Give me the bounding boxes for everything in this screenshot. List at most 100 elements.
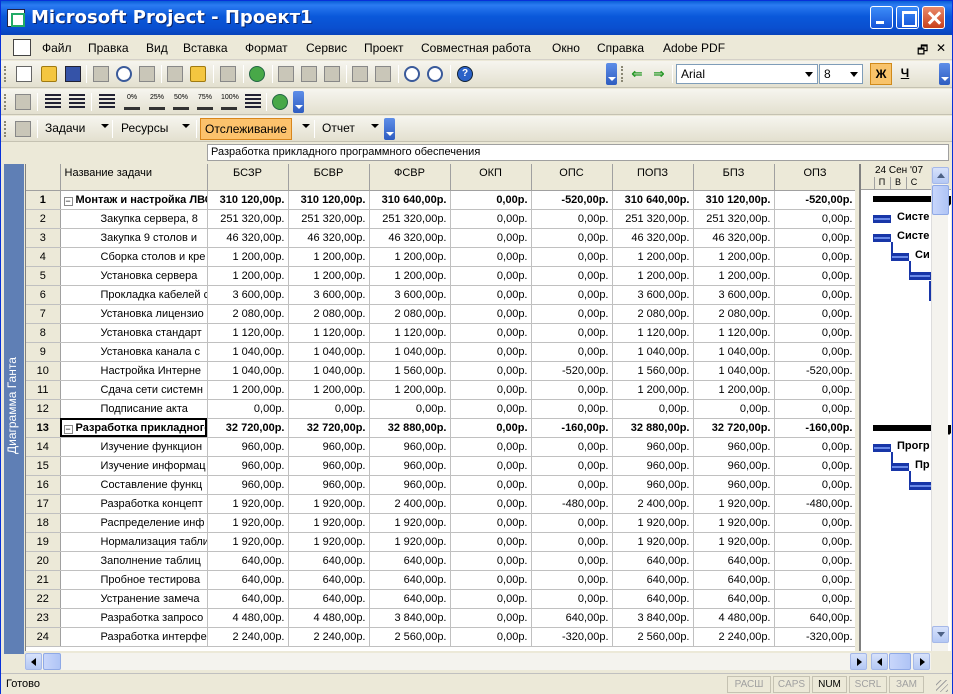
row-id[interactable]: 14	[26, 437, 61, 457]
sv-cell[interactable]: 0,00р.	[450, 437, 532, 457]
vac-cell[interactable]: 0,00р.	[774, 456, 855, 476]
eac-cell[interactable]: 1 200,00р.	[612, 247, 694, 267]
bcwp-cell[interactable]: 310 120,00р.	[288, 190, 370, 210]
chevron-down-icon[interactable]	[101, 124, 109, 128]
minimize-button[interactable]	[870, 6, 893, 29]
bcwp-cell[interactable]: 1 040,00р.	[288, 361, 370, 381]
column-header-task-name[interactable]: Название задачи	[60, 164, 208, 191]
vac-cell[interactable]: 0,00р.	[774, 475, 855, 495]
acwp-cell[interactable]: 1 120,00р.	[369, 323, 451, 343]
save-icon[interactable]	[65, 66, 81, 82]
task-name-cell[interactable]: Прокладка кабелей с	[60, 285, 208, 305]
zoom-out-icon[interactable]	[427, 66, 443, 82]
sv-cell[interactable]: 0,00р.	[450, 570, 532, 590]
bcwp-cell[interactable]: 1 200,00р.	[288, 266, 370, 286]
task-name-cell[interactable]: Сдача сети системн	[60, 380, 208, 400]
summary-task-row[interactable]: 13− Разработка прикладного 32 720,00р. 32 7…	[26, 418, 855, 438]
bac-cell[interactable]: 1 040,00р.	[693, 342, 775, 362]
bcws-cell[interactable]: 1 200,00р.	[207, 266, 289, 286]
bcws-cell[interactable]: 1 120,00р.	[207, 323, 289, 343]
show-guide-icon[interactable]	[15, 121, 31, 137]
gantt-task-bar[interactable]	[909, 272, 931, 280]
row-id[interactable]: 18	[26, 513, 61, 533]
task-name-cell[interactable]: Изучение информац	[60, 456, 208, 476]
row-id[interactable]: 22	[26, 589, 61, 609]
bac-cell[interactable]: 32 720,00р.	[693, 418, 775, 438]
gantt-task-bar[interactable]	[909, 482, 933, 490]
horizontal-scroll-thumb[interactable]	[889, 653, 911, 670]
bcws-cell[interactable]: 4 480,00р.	[207, 608, 289, 628]
percent-0-button[interactable]: 0%	[124, 94, 140, 110]
acwp-cell[interactable]: 46 320,00р.	[369, 228, 451, 248]
sv-cell[interactable]: 0,00р.	[450, 209, 532, 229]
task-row[interactable]: 24 Разработка интерфе 2 240,00р. 2 240,00р.…	[26, 627, 855, 647]
bac-cell[interactable]: 1 040,00р.	[693, 361, 775, 381]
task-name-cell[interactable]: Закупка сервера, 8	[60, 209, 208, 229]
task-row[interactable]: 12 Подписание акта 0,00р. 0,00р. 0,00р. 0,00р…	[26, 399, 855, 419]
mdi-close-icon[interactable]: ✕	[936, 41, 946, 55]
acwp-cell[interactable]: 1 200,00р.	[369, 266, 451, 286]
scroll-down-button[interactable]	[932, 626, 949, 643]
assign-resources-icon[interactable]	[375, 66, 391, 82]
task-name-cell[interactable]: Закупка 9 столов и	[60, 228, 208, 248]
task-row[interactable]: 9 Установка канала с1 040,00р. 1 040,00р. 1…	[26, 342, 855, 362]
acwp-cell[interactable]: 3 600,00р.	[369, 285, 451, 305]
bac-cell[interactable]: 251 320,00р.	[693, 209, 775, 229]
bcwp-cell[interactable]: 0,00р.	[288, 399, 370, 419]
acwp-cell[interactable]: 1 040,00р.	[369, 342, 451, 362]
acwp-cell[interactable]: 960,00р.	[369, 456, 451, 476]
eac-cell[interactable]: 960,00р.	[612, 456, 694, 476]
print-icon[interactable]	[93, 66, 109, 82]
task-row[interactable]: 4 Сборка столов и кре 1 200,00р. 1 200,00р.…	[26, 247, 855, 267]
chevron-down-icon[interactable]	[847, 66, 861, 82]
column-header-bac[interactable]: БПЗ	[693, 164, 775, 191]
bcws-cell[interactable]: 960,00р.	[207, 475, 289, 495]
cv-cell[interactable]: 0,00р.	[531, 323, 613, 343]
menu-tools[interactable]: Сервис	[306, 41, 347, 55]
toolbar-options-chevron[interactable]	[606, 63, 617, 85]
eac-cell[interactable]: 1 200,00р.	[612, 266, 694, 286]
menu-window[interactable]: Окно	[552, 41, 580, 55]
cv-cell[interactable]: 0,00р.	[531, 475, 613, 495]
cv-cell[interactable]: 0,00р.	[531, 570, 613, 590]
eac-cell[interactable]: 960,00р.	[612, 437, 694, 457]
task-name-cell[interactable]: Установка лицензио	[60, 304, 208, 324]
hyperlink-icon[interactable]	[249, 66, 265, 82]
task-name-cell[interactable]: Разработка интерфе	[60, 627, 208, 647]
task-row[interactable]: 10 Настройка Интерне 1 040,00р. 1 040,00р. 1…	[26, 361, 855, 381]
project-app-icon[interactable]	[7, 9, 25, 27]
task-name-cell[interactable]: Установка канала с	[60, 342, 208, 362]
vac-cell[interactable]: -520,00р.	[774, 361, 855, 381]
cv-cell[interactable]: 0,00р.	[531, 399, 613, 419]
bac-cell[interactable]: 1 920,00р.	[693, 532, 775, 552]
task-name-cell[interactable]: Установка сервера	[60, 266, 208, 286]
bcws-cell[interactable]: 310 120,00р.	[207, 190, 289, 210]
task-info-icon[interactable]	[352, 66, 368, 82]
cv-cell[interactable]: 0,00р.	[531, 342, 613, 362]
gantt-task-bar[interactable]	[891, 463, 909, 471]
sv-cell[interactable]: 0,00р.	[450, 247, 532, 267]
acwp-cell[interactable]: 640,00р.	[369, 551, 451, 571]
task-row[interactable]: 22 Устранение замеча 640,00р. 640,00р. 640,0…	[26, 589, 855, 609]
bcws-cell[interactable]: 960,00р.	[207, 456, 289, 476]
sv-cell[interactable]: 0,00р.	[450, 228, 532, 248]
row-id[interactable]: 9	[26, 342, 61, 362]
cv-cell[interactable]: 0,00р.	[531, 266, 613, 286]
eac-cell[interactable]: 640,00р.	[612, 589, 694, 609]
eac-cell[interactable]: 0,00р.	[612, 399, 694, 419]
sv-cell[interactable]: 0,00р.	[450, 475, 532, 495]
cv-cell[interactable]: 0,00р.	[531, 437, 613, 457]
row-id[interactable]: 1	[26, 190, 61, 210]
column-header-cv[interactable]: ОПС	[531, 164, 613, 191]
bcws-cell[interactable]: 0,00р.	[207, 399, 289, 419]
column-header-bcws[interactable]: БСЗР	[207, 164, 289, 191]
scroll-left-button[interactable]	[871, 653, 888, 670]
row-id[interactable]: 17	[26, 494, 61, 514]
eac-cell[interactable]: 1 560,00р.	[612, 361, 694, 381]
bcws-cell[interactable]: 960,00р.	[207, 437, 289, 457]
underline-button[interactable]: Ч	[895, 63, 915, 85]
bcwp-cell[interactable]: 1 920,00р.	[288, 513, 370, 533]
bcwp-cell[interactable]: 2 240,00р.	[288, 627, 370, 647]
row-id[interactable]: 13	[26, 418, 61, 438]
task-name-cell[interactable]: Распределение инф	[60, 513, 208, 533]
